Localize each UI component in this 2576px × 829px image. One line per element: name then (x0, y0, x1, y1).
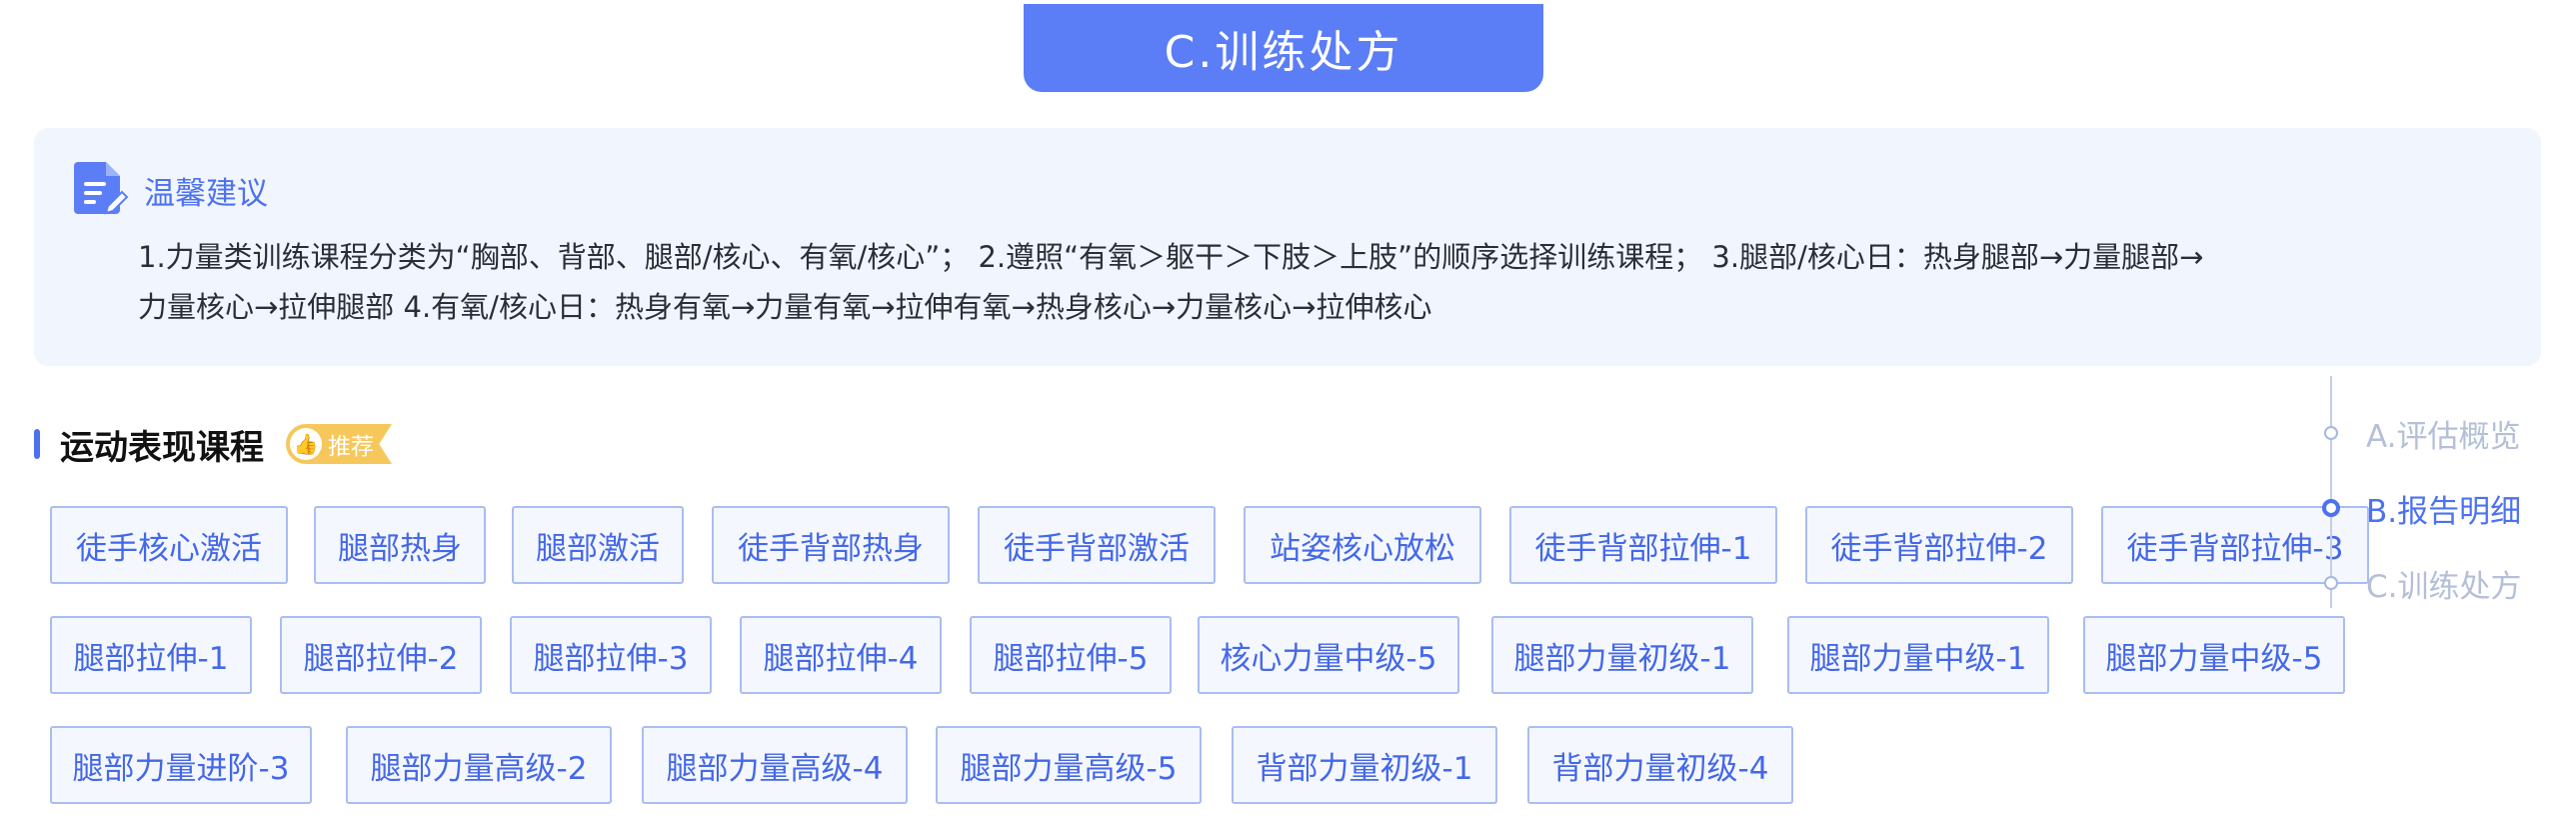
nav-label: A.评估概览 (2366, 418, 2521, 455)
course-tag[interactable]: 腿部激活 (512, 506, 684, 584)
course-tag[interactable]: 腿部力量初级-1 (1491, 616, 1753, 694)
course-tag[interactable]: 徒手背部拉伸-2 (1805, 506, 2073, 584)
side-nav-item-overview[interactable]: A.评估概览 (2318, 411, 2521, 455)
course-tag[interactable]: 腿部拉伸-1 (50, 616, 252, 694)
nav-label: C.训练处方 (2366, 568, 2522, 605)
nav-dot (2324, 426, 2338, 440)
course-tag[interactable]: 徒手背部拉伸-1 (1509, 506, 1777, 584)
course-header: 运动表现课程 👍 推荐 (34, 420, 392, 468)
nav-dot (2324, 576, 2338, 590)
course-tag[interactable]: 核心力量中级-5 (1198, 616, 1459, 694)
course-tag[interactable]: 腿部热身 (314, 506, 486, 584)
course-tag[interactable]: 站姿核心放松 (1244, 506, 1481, 584)
course-tag[interactable]: 腿部拉伸-5 (970, 616, 1172, 694)
course-tag[interactable]: 徒手背部激活 (978, 506, 1216, 584)
course-tag[interactable]: 背部力量初级-1 (1232, 726, 1497, 804)
recommend-badge: 👍 推荐 (286, 424, 392, 464)
nav-label: B.报告明细 (2366, 493, 2522, 530)
side-nav-item-report[interactable]: B.报告明细 (2318, 486, 2521, 530)
course-tag[interactable]: 徒手核心激活 (50, 506, 288, 584)
course-tag[interactable]: 背部力量初级-4 (1527, 726, 1793, 804)
thumbs-up-icon: 👍 (290, 428, 322, 460)
course-tag[interactable]: 腿部力量中级-5 (2083, 616, 2345, 694)
title-accent-bar (34, 429, 40, 459)
badge-label: 推荐 (328, 434, 374, 460)
course-tag[interactable]: 腿部拉伸-4 (740, 616, 942, 694)
tips-title: 温馨建议 (144, 176, 268, 212)
course-tag[interactable]: 腿部拉伸-3 (510, 616, 712, 694)
course-tag[interactable]: 腿部力量中级-1 (1787, 616, 2049, 694)
document-edit-icon (74, 162, 128, 215)
section-title: C.训练处方 (1024, 4, 1543, 92)
course-tag[interactable]: 腿部力量高级-4 (642, 726, 908, 804)
course-tag[interactable]: 腿部力量高级-2 (346, 726, 612, 804)
nav-dot-active (2322, 499, 2340, 517)
side-nav-item-prescription[interactable]: C.训练处方 (2318, 561, 2522, 605)
tips-line: 1.力量类训练课程分类为“胸部、背部、腿部/核心、有氧/核心”； 2.遵照“有氧… (138, 240, 2204, 274)
course-tag[interactable]: 腿部拉伸-2 (280, 616, 482, 694)
tips-body: 1.力量类训练课程分类为“胸部、背部、腿部/核心、有氧/核心”； 2.遵照“有氧… (138, 232, 2507, 332)
course-section-title: 运动表现课程 (60, 427, 264, 468)
tips-panel: 温馨建议 1.力量类训练课程分类为“胸部、背部、腿部/核心、有氧/核心”； 2.… (34, 128, 2541, 366)
course-tag[interactable]: 徒手背部热身 (712, 506, 950, 584)
course-tag[interactable]: 腿部力量进阶-3 (50, 726, 312, 804)
tips-line: 力量核心→拉伸腿部 4.有氧/核心日：热身有氧→力量有氧→拉伸有氧→热身核心→力… (138, 290, 1432, 324)
course-tag[interactable]: 腿部力量高级-5 (936, 726, 1202, 804)
